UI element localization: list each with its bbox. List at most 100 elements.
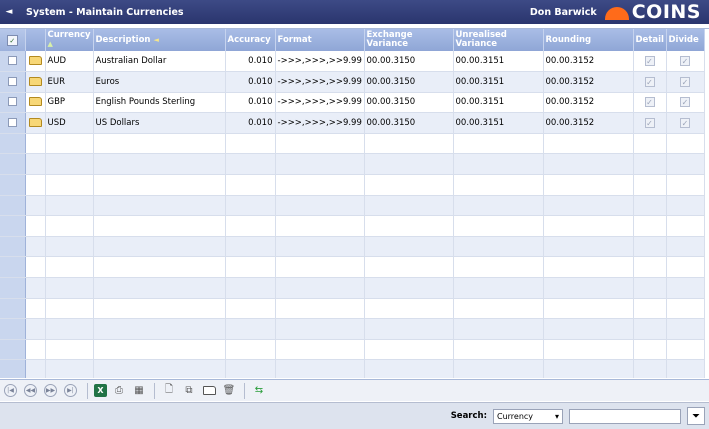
row-folder-cell[interactable] [25,92,46,114]
calculator-icon[interactable]: ▦ [131,383,147,399]
detail-checkbox[interactable]: ✓ [644,117,655,128]
row-select-checkbox[interactable] [0,359,26,378]
cell-detail [633,256,667,279]
cell-divide [666,359,705,378]
row-folder-cell[interactable] [25,236,46,258]
row-select-checkbox[interactable] [0,71,26,93]
first-page-icon[interactable]: |◀ [4,384,17,397]
cell-detail [633,298,667,320]
folder-icon[interactable] [28,76,42,86]
detail-checkbox[interactable]: ✓ [644,76,655,87]
excel-icon[interactable]: X [94,384,107,397]
cell-currency: AUD [45,51,94,73]
checkbox-icon[interactable] [7,97,17,107]
column-header-detail[interactable]: Detail [633,29,667,51]
row-folder-cell[interactable] [25,339,46,361]
cell-description [93,359,226,378]
table-row[interactable]: AUD Australian Dollar 0.010 ->>>,>>>,>>9.99… [0,51,705,73]
folder-icon[interactable] [28,97,42,107]
column-header-description[interactable]: Description ◄ [93,29,226,51]
search-field-select[interactable]: Currency ▾ [493,408,563,424]
refresh-icon[interactable]: ⇆ [251,383,267,399]
cell-currency [45,195,94,217]
cell-exchange-variance [364,195,454,217]
previous-page-icon[interactable]: ◀◀ [24,384,37,397]
row-select-checkbox[interactable] [0,92,26,114]
column-header-exchange-variance[interactable]: Exchange Variance [364,29,454,51]
cell-accuracy [225,339,276,361]
folder-icon[interactable] [28,56,42,66]
divide-checkbox[interactable]: ✓ [680,117,690,128]
table-row[interactable]: USD US Dollars 0.010 ->>>,>>>,>>9.99 00.00.3… [0,112,705,134]
filter-icon[interactable]: ⏷ [687,407,705,425]
row-folder-cell[interactable] [25,51,46,73]
row-folder-cell[interactable] [25,215,46,237]
column-header-accuracy[interactable]: Accuracy [225,29,276,51]
cell-accuracy [225,174,276,196]
row-folder-cell[interactable] [25,153,46,176]
row-select-checkbox[interactable] [0,318,26,340]
row-folder-cell[interactable] [25,256,46,279]
last-page-icon[interactable]: ▶| [64,384,77,397]
row-select-checkbox[interactable] [0,277,26,299]
row-folder-cell[interactable] [25,195,46,217]
cell-currency [45,236,94,258]
row-select-checkbox[interactable] [0,215,26,237]
cell-rounding [543,298,634,320]
search-input[interactable] [569,408,681,424]
cell-detail: ✓ [633,92,667,114]
checkbox-icon[interactable] [7,56,17,66]
new-document-icon[interactable]: 🗋 [161,383,177,399]
cell-accuracy [225,298,276,320]
next-page-icon[interactable]: ▶▶ [44,384,57,397]
row-folder-cell[interactable] [25,298,46,320]
divide-checkbox[interactable]: ✓ [680,55,690,66]
back-icon[interactable]: ◄ [0,7,18,17]
print-icon[interactable]: ⎙ [111,383,127,399]
row-folder-cell[interactable] [25,133,46,155]
open-folder-icon[interactable] [201,383,217,399]
folder-icon[interactable] [28,118,42,128]
checkbox-icon[interactable] [7,118,17,128]
column-header-rounding[interactable]: Rounding [543,29,634,51]
cell-exchange-variance [364,359,454,378]
column-header-format[interactable]: Format [275,29,365,51]
cell-currency [45,133,94,155]
copy-icon[interactable]: ⧉ [181,383,197,399]
table-row[interactable]: EUR Euros 0.010 ->>>,>>>,>>9.99 00.00.3150 00… [0,71,705,93]
row-select-checkbox[interactable] [0,153,26,176]
row-folder-cell[interactable] [25,71,46,93]
user-name[interactable]: Don Barwick [530,7,597,18]
checkbox-icon[interactable] [7,76,17,86]
cell-format [275,195,365,217]
cell-detail [633,318,667,340]
table-row[interactable]: GBP English Pounds Sterling 0.010 ->>>,>>>,… [0,92,705,114]
row-select-checkbox[interactable] [0,236,26,258]
detail-checkbox[interactable]: ✓ [644,55,655,66]
column-header-unrealised-variance[interactable]: Unrealised Variance [453,29,544,51]
row-select-checkbox[interactable] [0,133,26,155]
delete-icon[interactable]: 🗑 [221,383,237,399]
row-select-checkbox[interactable] [0,298,26,320]
detail-checkbox[interactable]: ✓ [644,97,655,108]
row-select-checkbox[interactable] [0,195,26,217]
row-folder-cell[interactable] [25,112,46,134]
divide-checkbox[interactable]: ✓ [680,97,690,108]
row-folder-cell[interactable] [25,318,46,340]
row-select-checkbox[interactable] [0,112,26,134]
select-all-icon[interactable]: ✓ [0,29,26,51]
cell-currency: USD [45,112,94,134]
empty-row [0,339,705,361]
row-folder-cell[interactable] [25,277,46,299]
column-header-divide[interactable]: Divide [666,29,705,51]
column-header-currency[interactable]: Currency ▲ [45,29,94,51]
row-select-checkbox[interactable] [0,256,26,279]
row-select-checkbox[interactable] [0,174,26,196]
row-folder-cell[interactable] [25,359,46,378]
divide-checkbox[interactable]: ✓ [680,76,690,87]
cell-exchange-variance [364,174,454,196]
empty-row [0,215,705,237]
row-select-checkbox[interactable] [0,51,26,73]
row-select-checkbox[interactable] [0,339,26,361]
row-folder-cell[interactable] [25,174,46,196]
